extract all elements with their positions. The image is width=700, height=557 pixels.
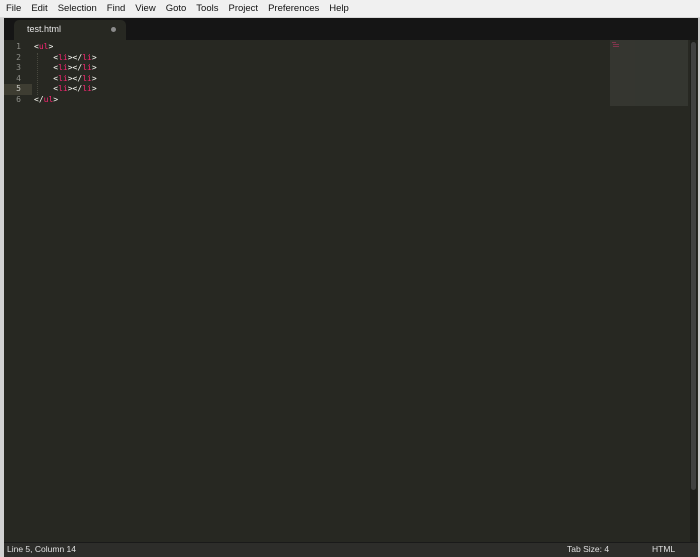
editor-area[interactable]: 1 2 3 4 5 6 <ul> <li></li> <li></li> <li… [4, 40, 698, 542]
code-line: </ul> [34, 94, 59, 104]
minimap[interactable] [610, 40, 688, 106]
menu-tools[interactable]: Tools [192, 0, 222, 17]
tab-test-html[interactable]: test.html [14, 20, 126, 40]
menu-project[interactable]: Project [224, 0, 262, 17]
line-number-gutter: 1 2 3 4 5 6 [4, 40, 32, 542]
dot-icon[interactable] [111, 27, 116, 32]
menu-find[interactable]: Find [103, 0, 129, 17]
code-text[interactable]: <ul> <li></li> <li></li> <li></li> <li><… [34, 40, 608, 542]
status-bar: Line 5, Column 14 Tab Size: 4 HTML [4, 542, 698, 557]
menu-selection[interactable]: Selection [54, 0, 101, 17]
line-number: 1 [16, 42, 21, 51]
minimap-line [612, 42, 616, 43]
menu-help[interactable]: Help [325, 0, 353, 17]
menu-preferences[interactable]: Preferences [264, 0, 323, 17]
menu-bar: File Edit Selection Find View Goto Tools… [0, 0, 700, 18]
line-number: 3 [16, 63, 21, 72]
line-number: 4 [16, 73, 21, 83]
syntax-indicator[interactable]: HTML [652, 544, 675, 554]
line-number: 2 [16, 52, 21, 62]
code-line: <li></li> [53, 73, 97, 83]
tab-label: test.html [27, 24, 62, 34]
cursor-position: Line 5, Column 14 [7, 544, 76, 554]
line-number: 6 [16, 94, 21, 104]
code-line: <ul> [34, 42, 54, 51]
menu-edit[interactable]: Edit [27, 0, 51, 17]
menu-file[interactable]: File [2, 0, 25, 17]
menu-goto[interactable]: Goto [162, 0, 191, 17]
scrollbar-thumb[interactable] [691, 42, 696, 490]
code-line: <li></li> [53, 52, 97, 62]
code-line-active: <li></li> [53, 84, 97, 93]
vertical-scrollbar[interactable] [690, 40, 697, 542]
line-number-active: 5 [4, 84, 32, 95]
tab-size-indicator[interactable]: Tab Size: 4 [567, 544, 609, 554]
code-line: <li></li> [53, 63, 97, 72]
minimap-line [613, 46, 619, 47]
tab-bar: test.html [4, 18, 698, 40]
minimap-line [613, 44, 619, 45]
menu-view[interactable]: View [131, 0, 159, 17]
